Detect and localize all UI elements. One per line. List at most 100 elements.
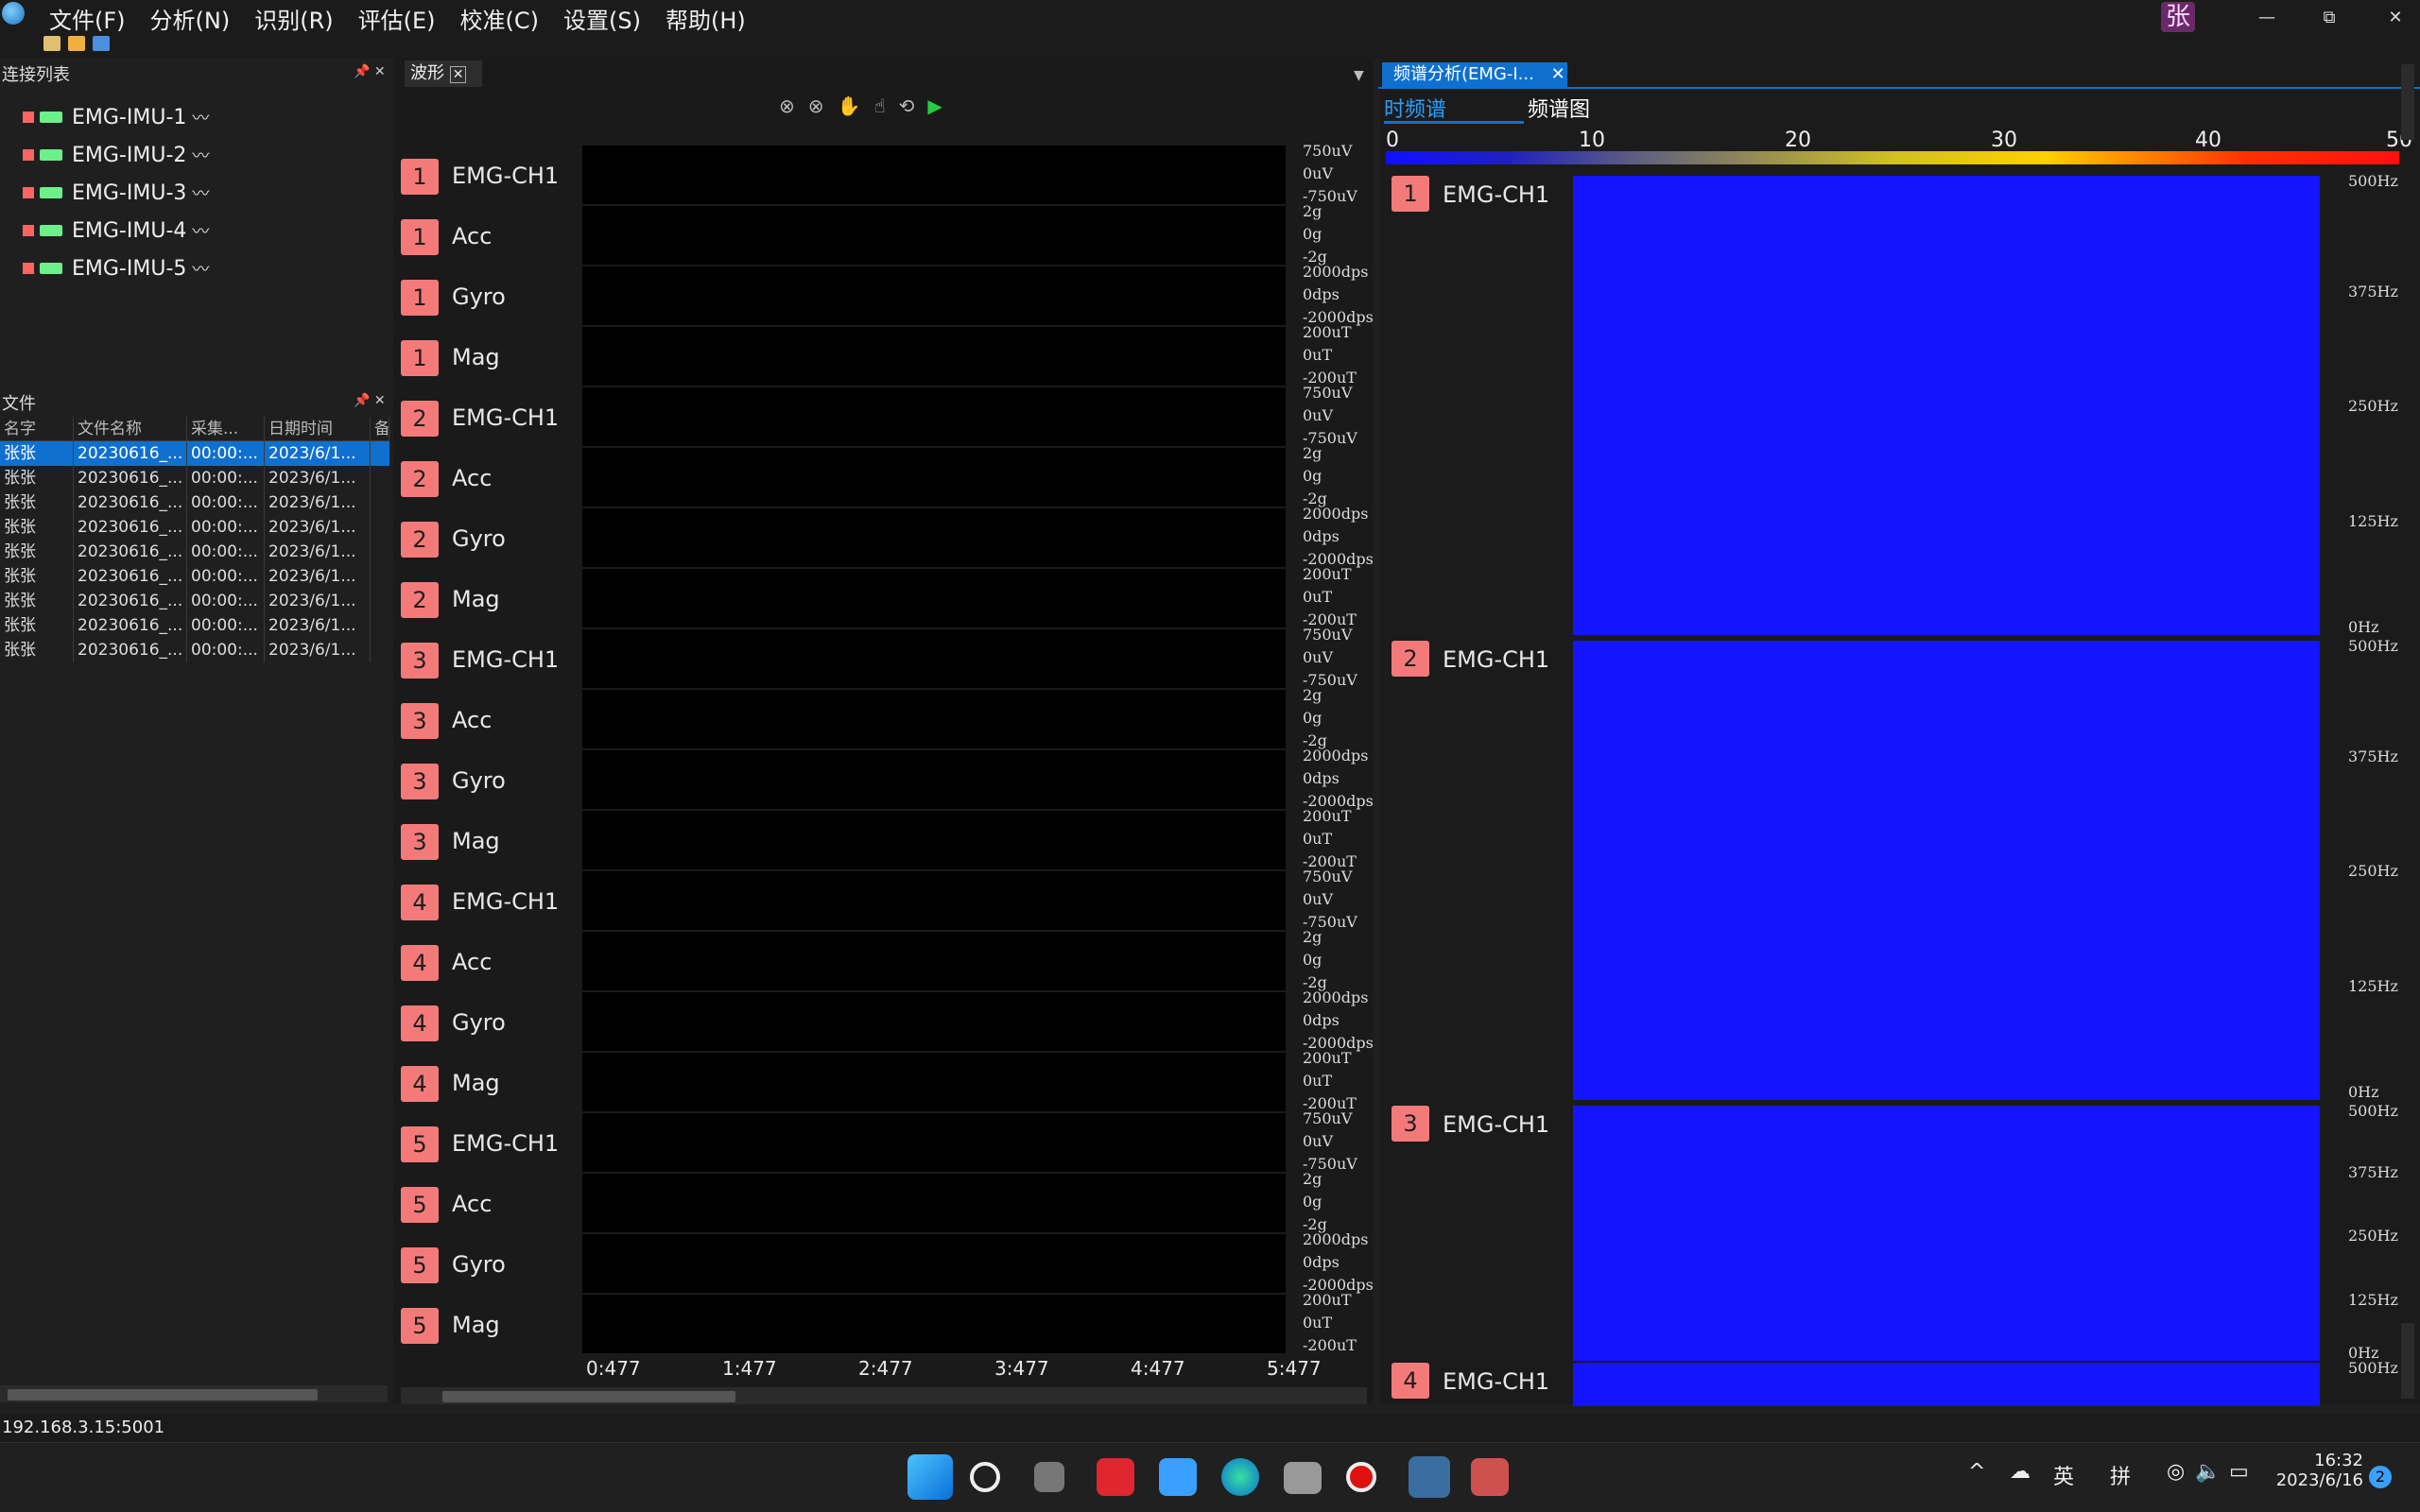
menu-item-4[interactable]: 校准(C) <box>460 2 539 35</box>
menu-item-0[interactable]: 文件(F) <box>49 2 126 35</box>
chevron-up-icon[interactable]: ^ <box>1968 1460 1985 1484</box>
spectrogram-heatmap[interactable] <box>1573 641 2320 1100</box>
table-row[interactable]: 张张 20230616_... 00:00:... 2023/6/1... <box>0 613 389 638</box>
waveform-plot[interactable] <box>582 811 1286 869</box>
file-manager-icon[interactable] <box>1159 1458 1197 1496</box>
clock[interactable]: 16:32 2023/6/16 <box>2273 1451 2363 1490</box>
waveform-plot[interactable] <box>582 146 1286 204</box>
task-view-icon[interactable] <box>1034 1462 1064 1492</box>
start-icon[interactable] <box>908 1454 953 1500</box>
y-scale: 750uV 0uV -750uV <box>1303 140 1357 208</box>
wave-tab-dropdown-icon[interactable]: ▼ <box>1354 62 1364 89</box>
y-scale-label: 0dps <box>1303 1011 1340 1029</box>
wave-hscroll[interactable] <box>401 1387 1367 1404</box>
hand-pan-icon[interactable]: ✋ <box>838 94 861 117</box>
waveform-plot[interactable] <box>582 690 1286 748</box>
spectrum-vscroll-top[interactable] <box>2401 64 2414 140</box>
y-scale-label: 0uV <box>1303 164 1334 182</box>
device-item[interactable]: EMG-IMU-3 〰 <box>23 174 209 212</box>
user-avatar[interactable]: 张 <box>2161 2 2195 32</box>
device-item[interactable]: EMG-IMU-5 〰 <box>23 249 209 287</box>
camera-icon[interactable] <box>1284 1462 1322 1494</box>
waveform-plot[interactable] <box>582 992 1286 1051</box>
menu-item-5[interactable]: 设置(S) <box>563 2 641 35</box>
waveform-plot[interactable] <box>582 508 1286 567</box>
battery-icon[interactable]: ▭ <box>2229 1460 2249 1484</box>
wave-tab-label: 波形 <box>410 63 444 83</box>
table-row[interactable]: 张张 20230616_... 00:00:... 2023/6/1... <box>0 589 389 613</box>
waveform-plot[interactable] <box>582 932 1286 990</box>
emg-app-icon[interactable] <box>1409 1456 1450 1498</box>
waveform-plot[interactable] <box>582 1113 1286 1172</box>
waveform-plot[interactable] <box>582 387 1286 446</box>
column-header[interactable]: 采集... <box>187 417 265 440</box>
play-icon[interactable]: ▶ <box>927 94 942 117</box>
waveform-plot[interactable] <box>582 750 1286 809</box>
ime-english[interactable]: 英 <box>2053 1460 2074 1490</box>
device-item[interactable]: EMG-IMU-2 〰 <box>23 136 209 174</box>
menu-item-2[interactable]: 识别(R) <box>254 2 333 35</box>
waveform-plot[interactable] <box>582 206 1286 265</box>
column-header[interactable]: 备 <box>371 417 389 440</box>
wave-tab-close-icon[interactable]: ✕ <box>449 66 467 83</box>
table-row[interactable]: 张张 20230616_... 00:00:... 2023/6/1... <box>0 466 389 490</box>
spectrum-tab-close-icon[interactable]: ✕ <box>1551 64 1565 84</box>
wave-tab[interactable]: 波形 ✕ <box>405 60 482 87</box>
column-header[interactable]: 文件名称 <box>74 417 187 440</box>
waveform-plot[interactable] <box>582 1053 1286 1111</box>
menu-item-6[interactable]: 帮助(H) <box>666 2 746 35</box>
save-icon[interactable] <box>93 36 110 51</box>
table-row[interactable]: 张张 20230616_... 00:00:... 2023/6/1... <box>0 490 389 515</box>
device-item[interactable]: EMG-IMU-4 〰 <box>23 212 209 249</box>
hand-select-icon[interactable]: ☝ <box>873 94 885 117</box>
waveform-plot[interactable] <box>582 1234 1286 1293</box>
menu-item-1[interactable]: 分析(N) <box>150 2 231 35</box>
spectrogram-heatmap[interactable] <box>1573 176 2320 635</box>
youdao-app-icon[interactable] <box>1097 1458 1134 1496</box>
connection-panel-controls[interactable]: 📌 ✕ <box>354 64 386 79</box>
file-panel-controls[interactable]: 📌 ✕ <box>354 393 386 408</box>
spectrum-tab[interactable]: 频谱分析(EMG-I... ✕ <box>1382 62 1567 87</box>
spectrum-vscroll-bottom[interactable] <box>2401 1323 2414 1399</box>
waveform-plot[interactable] <box>582 266 1286 325</box>
spectrogram-heatmap[interactable] <box>1573 1106 2320 1361</box>
device-name: EMG-IMU-4 <box>72 218 187 243</box>
notification-badge[interactable]: 2 <box>2369 1466 2392 1488</box>
edge-browser-icon[interactable] <box>1221 1458 1259 1496</box>
open-folder-icon[interactable] <box>68 36 85 51</box>
close-button[interactable]: ✕ <box>2377 4 2414 32</box>
waveform-plot[interactable] <box>582 871 1286 930</box>
device-item[interactable]: EMG-IMU-1 〰 <box>23 98 209 136</box>
waveform-plot[interactable] <box>582 327 1286 386</box>
waveform-plot[interactable] <box>582 1174 1286 1232</box>
minimize-button[interactable]: — <box>2248 4 2286 32</box>
reset-icon[interactable]: ⟲ <box>899 94 915 117</box>
waveform-plot[interactable] <box>582 629 1286 688</box>
column-header[interactable]: 名字 <box>0 417 74 440</box>
volume-icon[interactable]: 🔈 <box>2195 1460 2221 1484</box>
record-icon[interactable] <box>1346 1462 1376 1492</box>
waveform-plot[interactable] <box>582 448 1286 507</box>
spectrogram-heatmap[interactable] <box>1573 1363 2320 1406</box>
onedrive-icon[interactable]: ☁ <box>2010 1460 2031 1484</box>
table-row[interactable]: 张张 20230616_... 00:00:... 2023/6/1... <box>0 638 389 662</box>
table-row[interactable]: 张张 20230616_... 00:00:... 2023/6/1... <box>0 515 389 540</box>
subtab-spectrum[interactable]: 频谱图 <box>1528 93 1590 123</box>
network-icon[interactable]: ◎ <box>2167 1460 2185 1484</box>
subtab-time-frequency[interactable]: 时频谱 <box>1384 93 1446 123</box>
table-row[interactable]: 张张 20230616_... 00:00:... 2023/6/1... <box>0 564 389 589</box>
menu-item-3[interactable]: 评估(E) <box>358 2 436 35</box>
table-row[interactable]: 张张 20230616_... 00:00:... 2023/6/1... <box>0 540 389 564</box>
zoom-in-x-icon[interactable]: ⊗ <box>779 94 795 117</box>
ime-pinyin[interactable]: 拼 <box>2110 1460 2131 1490</box>
search-icon[interactable] <box>970 1462 1000 1492</box>
column-header[interactable]: 日期时间 <box>265 417 371 440</box>
waveform-plot[interactable] <box>582 1295 1286 1353</box>
file-hscroll[interactable] <box>0 1385 388 1402</box>
table-row[interactable]: 张张 20230616_... 00:00:... 2023/6/1... <box>0 441 389 466</box>
snipping-tool-icon[interactable] <box>1471 1458 1509 1496</box>
restore-button[interactable]: ⧉ <box>2310 4 2348 32</box>
zoom-in-y-icon[interactable]: ⊗ <box>808 94 824 117</box>
waveform-plot[interactable] <box>582 569 1286 627</box>
new-file-icon[interactable] <box>43 36 60 51</box>
